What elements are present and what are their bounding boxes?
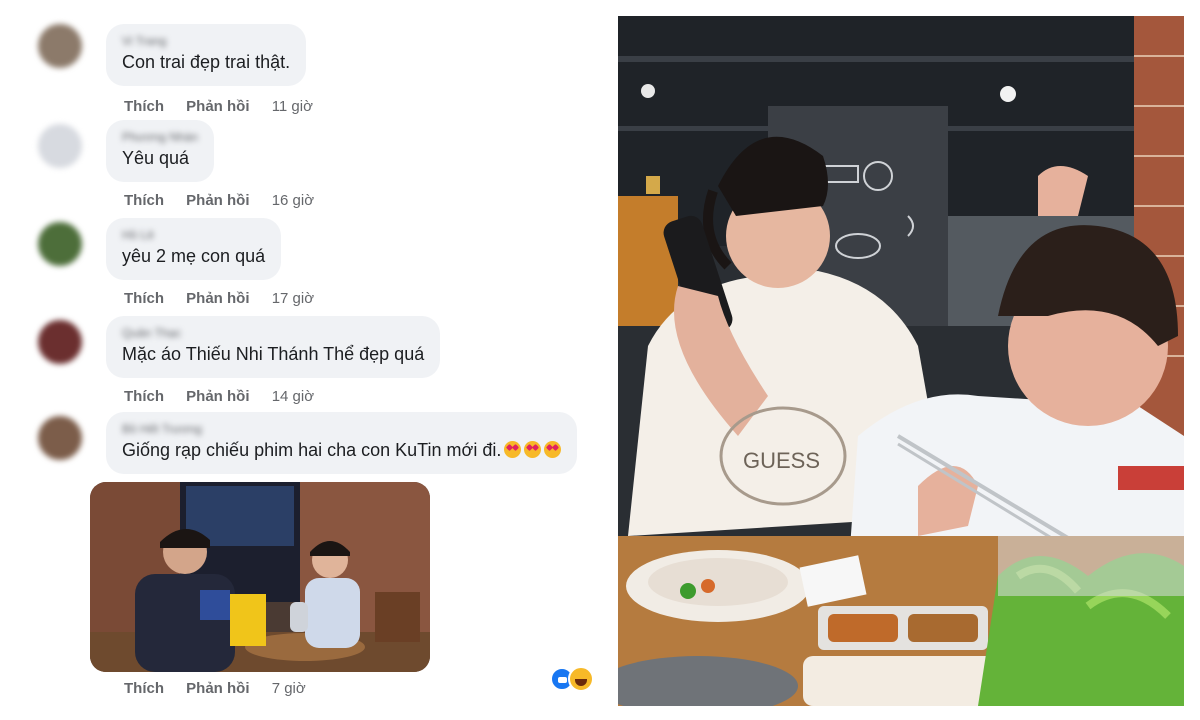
avatar[interactable]	[38, 222, 82, 266]
restaurant-photo: GUESS	[618, 16, 1184, 706]
comment-text: Yêu quá	[122, 148, 190, 168]
reply-link[interactable]: Phản hồi	[186, 98, 249, 115]
comment-author[interactable]: Quân Thạc	[122, 326, 424, 340]
comment-actions: Thích Phản hồi 14 giờ	[124, 388, 332, 405]
comment-bubble: Vi Trang Con trai đẹp trai thật.	[106, 24, 307, 86]
comment-thread: Vi Trang Con trai đẹp trai thật. Thích P…	[18, 16, 608, 710]
comment-author[interactable]: Bồ Hết Trương	[122, 422, 561, 436]
reply-link[interactable]: Phản hồi	[186, 388, 249, 405]
avatar[interactable]	[38, 416, 82, 460]
comment-timestamp[interactable]: 17 giờ	[272, 290, 314, 307]
comment-text: yêu 2 mẹ con quá	[122, 246, 266, 266]
comment-text: Giống rạp chiếu phim hai cha con KuTin m…	[122, 438, 562, 462]
restaurant-photo-illustration: GUESS	[618, 16, 1184, 706]
avatar[interactable]	[38, 124, 82, 168]
heart-eyes-emoji-icon	[544, 441, 562, 458]
comment-text: Con trai đẹp trai thật.	[122, 52, 291, 72]
reaction-summary[interactable]	[550, 666, 600, 692]
comment-actions: Thích Phản hồi 7 giờ	[124, 680, 324, 697]
comment-actions: Thích Phản hồi 16 giờ	[124, 192, 332, 209]
reply-link[interactable]: Phản hồi	[186, 290, 249, 307]
comment-timestamp[interactable]: 11 giờ	[272, 98, 313, 115]
comment-bubble: Phương Nhàn Yêu quá	[106, 120, 214, 182]
comment-timestamp[interactable]: 16 giờ	[272, 192, 314, 209]
avatar[interactable]	[38, 320, 82, 364]
heart-eyes-emoji-icon	[504, 441, 522, 458]
comment-text: Mặc áo Thiếu Nhi Thánh Thể đẹp quá	[122, 344, 425, 364]
avatar[interactable]	[38, 24, 82, 68]
page: Vi Trang Con trai đẹp trai thật. Thích P…	[0, 0, 1200, 720]
comment-text-body: Giống rạp chiếu phim hai cha con KuTin m…	[122, 440, 502, 460]
reply-link[interactable]: Phản hồi	[186, 680, 249, 697]
like-link[interactable]: Thích	[124, 388, 164, 405]
panel-divider	[610, 0, 616, 720]
comment-author[interactable]: Vi Trang	[122, 34, 290, 48]
like-link[interactable]: Thích	[124, 98, 164, 115]
like-link[interactable]: Thích	[124, 680, 164, 697]
comment-timestamp[interactable]: 14 giờ	[272, 388, 314, 405]
like-link[interactable]: Thích	[124, 192, 164, 209]
comment-timestamp[interactable]: 7 giờ	[272, 680, 306, 697]
comment-actions: Thích Phản hồi 17 giờ	[124, 290, 332, 307]
comment-bubble: Quân Thạc Mặc áo Thiếu Nhi Thánh Thể đẹp…	[106, 316, 441, 378]
cinema-photo-illustration	[90, 482, 430, 672]
comment-author[interactable]: Phương Nhàn	[122, 130, 198, 144]
comment-bubble: Hồ Lê yêu 2 mẹ con quá	[106, 218, 282, 280]
comment-attachment-photo[interactable]	[90, 482, 430, 672]
comment-bubble: Bồ Hết Trương Giống rạp chiếu phim hai c…	[106, 412, 578, 474]
reply-link[interactable]: Phản hồi	[186, 192, 249, 209]
haha-reaction-icon	[568, 666, 594, 692]
shirt-text: GUESS	[743, 448, 820, 473]
like-link[interactable]: Thích	[124, 290, 164, 307]
heart-eyes-emoji-icon	[524, 441, 542, 458]
comment-actions: Thích Phản hồi 11 giờ	[124, 98, 331, 115]
comment-author[interactable]: Hồ Lê	[122, 228, 265, 242]
